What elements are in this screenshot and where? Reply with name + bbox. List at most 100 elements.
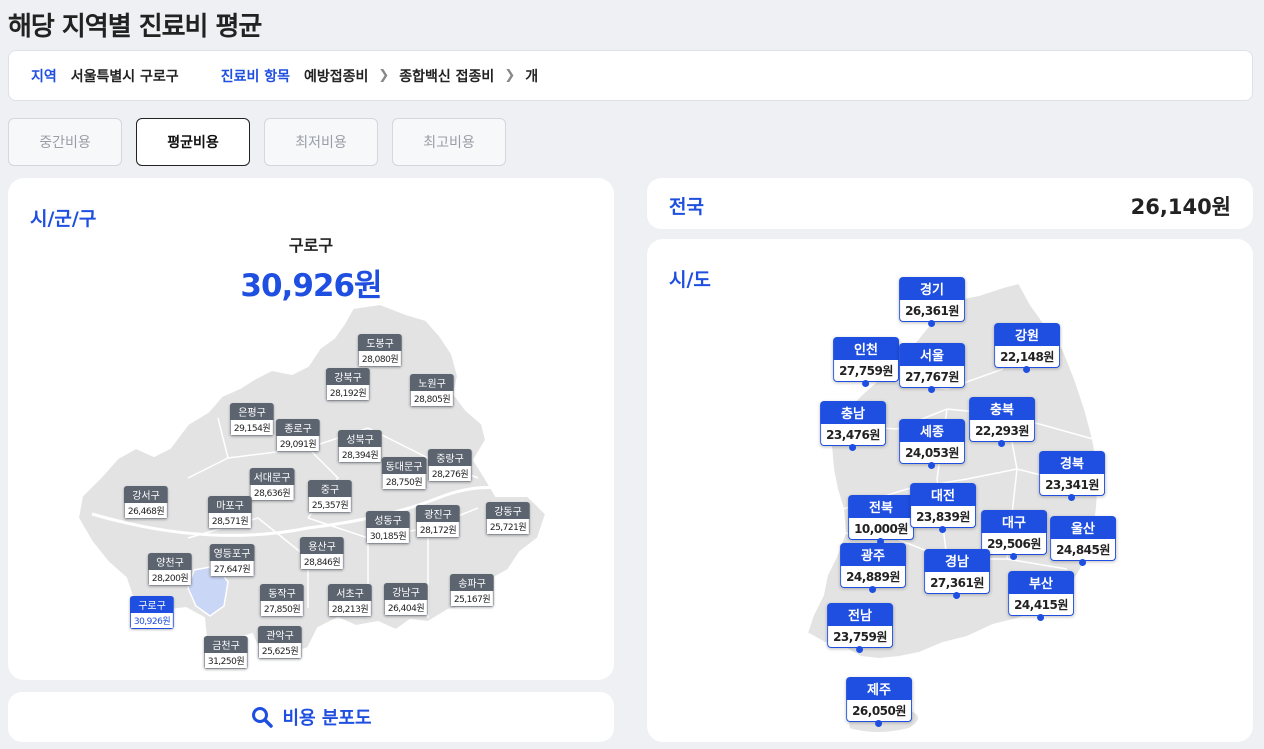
district-label[interactable]: 강남구 26,404원 xyxy=(383,583,429,616)
district-label[interactable]: 광진구 28,172원 xyxy=(415,505,461,538)
tab-median[interactable]: 중간비용 xyxy=(8,118,122,166)
district-label[interactable]: 양천구 28,200원 xyxy=(147,553,193,586)
district-label-name: 강서구 xyxy=(123,486,169,503)
province-label[interactable]: 전북 10,000원 xyxy=(848,495,914,545)
tab-average[interactable]: 평균비용 xyxy=(136,118,250,166)
province-label[interactable]: 경기 26,361원 xyxy=(899,277,965,327)
district-label[interactable]: 마포구 28,571원 xyxy=(207,496,253,529)
district-label[interactable]: 용산구 28,846원 xyxy=(299,537,345,570)
province-label[interactable]: 세종 24,053원 xyxy=(899,419,965,469)
province-label[interactable]: 부산 24,415원 xyxy=(1008,571,1074,621)
district-label[interactable]: 도봉구 28,080원 xyxy=(357,334,403,367)
district-label[interactable]: 금천구 31,250원 xyxy=(203,636,249,669)
district-label-price: 28,172원 xyxy=(415,522,461,538)
search-icon xyxy=(252,707,274,728)
province-label-price: 29,506원 xyxy=(981,533,1047,555)
nation-card: 전국 26,140원 xyxy=(647,178,1253,229)
district-label-price: 27,850원 xyxy=(259,601,305,617)
province-label-name: 전남 xyxy=(827,603,893,626)
province-label[interactable]: 경북 23,341원 xyxy=(1039,451,1105,501)
district-label[interactable]: 관악구 25,625원 xyxy=(257,626,303,659)
province-label-price: 27,361원 xyxy=(924,572,990,594)
district-label-name: 서대문구 xyxy=(249,468,295,485)
province-label[interactable]: 강원 22,148원 xyxy=(994,323,1060,373)
province-label[interactable]: 전남 23,759원 xyxy=(827,603,893,653)
province-label-price: 10,000원 xyxy=(848,518,914,540)
province-label-name: 제주 xyxy=(846,677,912,700)
district-label-name: 금천구 xyxy=(203,636,249,653)
province-label-name: 충북 xyxy=(969,397,1035,420)
province-label[interactable]: 제주 26,050원 xyxy=(846,677,912,727)
province-card: 시/도 경기 26,361원 인천 27,759원 서울 27,767원 강원 22,148원… xyxy=(647,239,1253,742)
district-label[interactable]: 성북구 28,394원 xyxy=(337,430,383,463)
district-label[interactable]: 중랑구 28,276원 xyxy=(427,449,473,482)
district-label-name: 중구 xyxy=(307,480,353,497)
province-label[interactable]: 대구 29,506원 xyxy=(981,510,1047,560)
district-label-name: 서초구 xyxy=(327,584,373,601)
district-label[interactable]: 서대문구 28,636원 xyxy=(249,468,295,501)
district-label[interactable]: 성동구 30,185원 xyxy=(365,511,411,544)
cost-type-tabs: 중간비용 평균비용 최저비용 최고비용 xyxy=(8,118,506,166)
province-label-name: 서울 xyxy=(899,343,965,366)
province-label-name: 강원 xyxy=(994,323,1060,346)
province-label[interactable]: 울산 24,845원 xyxy=(1050,516,1116,566)
province-label[interactable]: 충북 22,293원 xyxy=(969,397,1035,447)
district-label[interactable]: 은평구 29,154원 xyxy=(229,403,275,436)
tab-maximum[interactable]: 최고비용 xyxy=(392,118,506,166)
district-label-name: 동작구 xyxy=(259,584,305,601)
province-label[interactable]: 광주 24,889원 xyxy=(840,543,906,593)
district-label-price: 25,167원 xyxy=(449,591,495,607)
province-label-price: 24,415원 xyxy=(1008,594,1074,616)
district-label[interactable]: 강서구 26,468원 xyxy=(123,486,169,519)
district-label[interactable]: 송파구 25,167원 xyxy=(449,574,495,607)
district-label-price: 28,192원 xyxy=(325,385,371,401)
breadcrumb-item[interactable]: 종합백신 접종비 xyxy=(399,66,494,86)
district-label-price: 25,625원 xyxy=(257,643,303,659)
cost-distribution-button[interactable]: 비용 분포도 xyxy=(8,692,614,742)
district-label-price: 28,846원 xyxy=(299,554,345,570)
filter-bar: 지역 서울특별시 구로구 진료비 항목 예방접종비 ❯ 종합백신 접종비 ❯ 개 xyxy=(8,50,1253,101)
district-label[interactable]: 노원구 28,805원 xyxy=(409,374,455,407)
breadcrumb-item[interactable]: 개 xyxy=(525,66,538,86)
tab-minimum[interactable]: 최저비용 xyxy=(264,118,378,166)
district-label[interactable]: 강북구 28,192원 xyxy=(325,368,371,401)
district-label[interactable]: 동작구 27,850원 xyxy=(259,584,305,617)
district-label-name: 노원구 xyxy=(409,374,455,391)
province-label-price: 23,476원 xyxy=(820,424,886,446)
region-value[interactable]: 서울특별시 구로구 xyxy=(71,66,179,86)
breadcrumb-item[interactable]: 예방접종비 xyxy=(304,66,368,86)
district-label-price: 27,647원 xyxy=(209,561,255,577)
district-card: 시/군/구 구로구 30,926원 도봉구 28,080원 강북구 28,192원 노원… xyxy=(8,178,614,680)
district-label-name: 강북구 xyxy=(325,368,371,385)
district-label[interactable]: 영등포구 27,647원 xyxy=(209,544,255,577)
item-label: 진료비 항목 xyxy=(220,68,290,85)
district-label-price: 28,080원 xyxy=(357,351,403,367)
district-label-name: 중랑구 xyxy=(427,449,473,466)
district-label-name: 은평구 xyxy=(229,403,275,420)
province-label[interactable]: 인천 27,759원 xyxy=(833,337,899,387)
province-label[interactable]: 경남 27,361원 xyxy=(924,549,990,599)
district-label-price: 28,571원 xyxy=(207,513,253,529)
nation-label: 전국 xyxy=(669,196,704,218)
district-label[interactable]: 강동구 25,721원 xyxy=(485,502,531,535)
district-label-price: 28,276원 xyxy=(427,466,473,482)
page-title: 해당 지역별 진료비 평균 xyxy=(8,12,262,42)
province-label-name: 전북 xyxy=(848,495,914,518)
province-label[interactable]: 서울 27,767원 xyxy=(899,343,965,393)
district-label[interactable]: 동대문구 28,750원 xyxy=(381,457,427,490)
province-label[interactable]: 대전 23,839원 xyxy=(910,483,976,533)
district-label-name: 송파구 xyxy=(449,574,495,591)
district-label-name: 성동구 xyxy=(365,511,411,528)
chevron-right-icon: ❯ xyxy=(378,68,390,83)
province-label[interactable]: 충남 23,476원 xyxy=(820,401,886,451)
district-label-name: 광진구 xyxy=(415,505,461,522)
district-label-price: 26,404원 xyxy=(383,600,429,616)
district-label[interactable]: 서초구 28,213원 xyxy=(327,584,373,617)
province-label-name: 경남 xyxy=(924,549,990,572)
province-label-price: 24,845원 xyxy=(1050,539,1116,561)
district-label-name: 마포구 xyxy=(207,496,253,513)
district-label[interactable]: 종로구 29,091원 xyxy=(275,419,321,452)
district-label-price: 31,250원 xyxy=(203,653,249,669)
district-label[interactable]: 중구 25,357원 xyxy=(307,480,353,513)
district-label[interactable]: 구로구 30,926원 xyxy=(129,596,175,629)
